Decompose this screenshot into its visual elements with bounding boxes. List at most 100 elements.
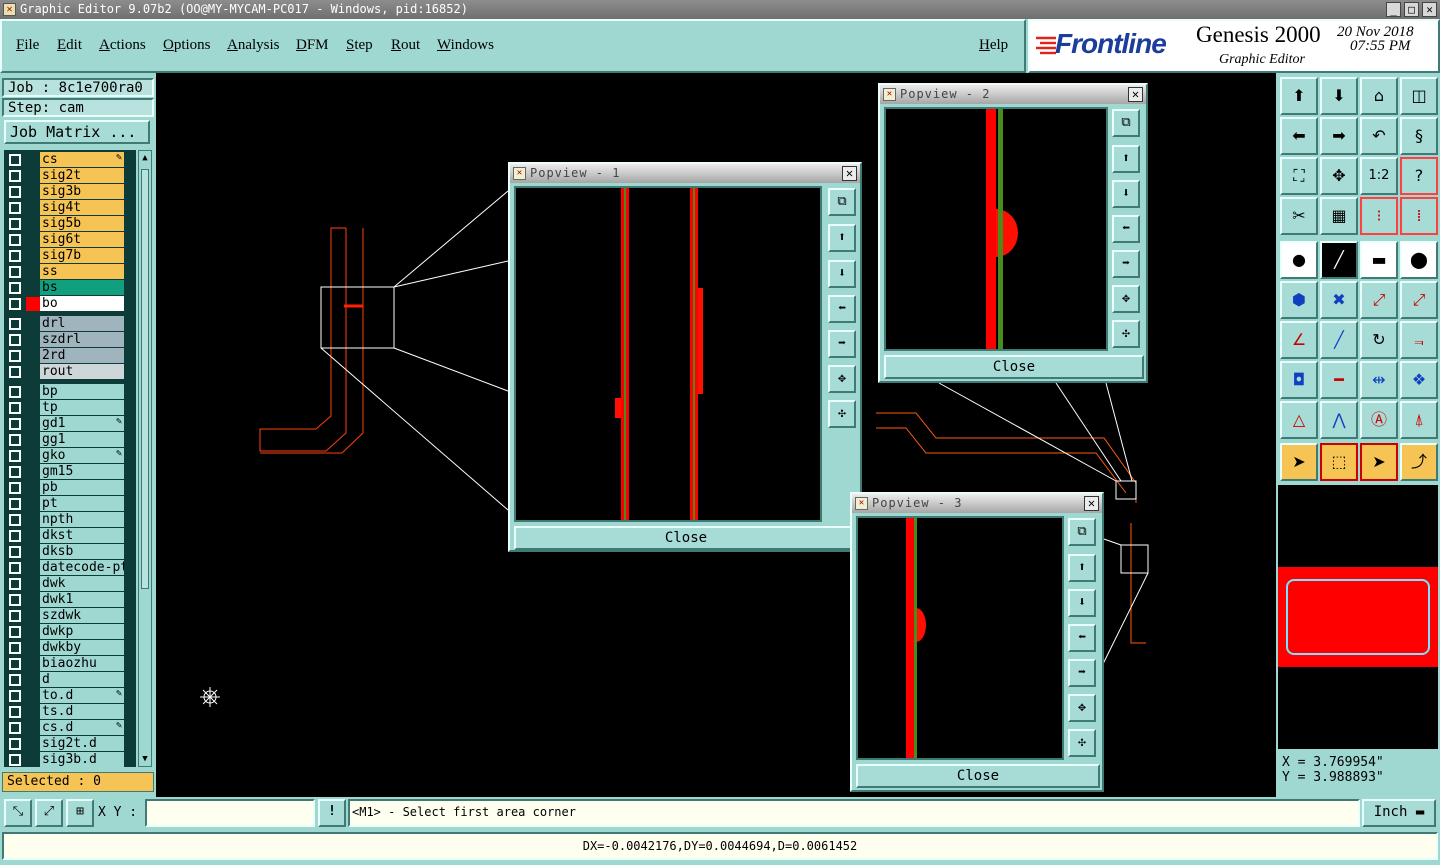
layer-checkbox[interactable] bbox=[9, 546, 21, 558]
layer-color-swatch[interactable] bbox=[26, 433, 40, 447]
popview-1-close-x[interactable]: ✕ bbox=[842, 166, 857, 181]
layer-checkbox[interactable] bbox=[9, 530, 21, 542]
layer-checkbox[interactable] bbox=[9, 154, 21, 166]
layer-row[interactable]: biaozhu bbox=[4, 656, 136, 672]
step-up-icon[interactable]: ⬆ bbox=[1280, 77, 1318, 115]
circle-select-icon[interactable]: ⬤ bbox=[1400, 241, 1438, 279]
ruler-icon[interactable]: ▬ bbox=[1360, 241, 1398, 279]
layer-checkbox[interactable] bbox=[9, 578, 21, 590]
layer-checkbox[interactable] bbox=[9, 642, 21, 654]
undo-view-icon[interactable]: ↶ bbox=[1360, 117, 1398, 155]
popview-2-pan-left-button[interactable]: ⬅ bbox=[1112, 215, 1140, 243]
layer-name[interactable]: szdwk bbox=[40, 608, 124, 623]
layer-row[interactable]: tp bbox=[4, 400, 136, 416]
layer-name[interactable]: pb bbox=[40, 480, 124, 495]
layer-color-swatch[interactable] bbox=[26, 185, 40, 199]
layer-name[interactable]: dksb bbox=[40, 544, 124, 559]
layer-row[interactable]: 2rd bbox=[4, 348, 136, 364]
layer-checkbox[interactable] bbox=[9, 466, 21, 478]
layer-row[interactable]: sig2t.d bbox=[4, 736, 136, 752]
job-matrix-button[interactable]: Job Matrix ... bbox=[4, 120, 150, 144]
popview-1-pan-left-button[interactable]: ⬅ bbox=[828, 295, 856, 323]
layer-name[interactable]: to.d bbox=[40, 688, 124, 703]
menu-step[interactable]: Step bbox=[346, 37, 373, 54]
popview-2-view[interactable] bbox=[884, 107, 1108, 351]
arch-icon[interactable]: ⋀ bbox=[1320, 401, 1358, 439]
layer-color-swatch[interactable] bbox=[26, 169, 40, 183]
layer-color-swatch[interactable] bbox=[26, 153, 40, 167]
layer-color-swatch[interactable] bbox=[26, 297, 40, 311]
popview-3-close-x[interactable]: ✕ bbox=[1084, 496, 1099, 511]
layer-row[interactable]: pb bbox=[4, 480, 136, 496]
layer-color-swatch[interactable] bbox=[26, 217, 40, 231]
pointer-select-icon[interactable]: ➤ bbox=[1360, 443, 1398, 481]
layer-name[interactable]: dwkp bbox=[40, 624, 124, 639]
layer-row[interactable]: szdwk bbox=[4, 608, 136, 624]
layer-checkbox[interactable] bbox=[9, 350, 21, 362]
popview-1-view[interactable] bbox=[514, 186, 822, 522]
layer-row[interactable]: sig2t bbox=[4, 168, 136, 184]
layer-color-swatch[interactable] bbox=[26, 385, 40, 399]
layer-row[interactable]: sig6t bbox=[4, 232, 136, 248]
popview-2-close-x[interactable]: ✕ bbox=[1128, 87, 1143, 102]
layer-checkbox[interactable] bbox=[9, 722, 21, 734]
layer-row[interactable]: to.d ✎ bbox=[4, 688, 136, 704]
popview-2-close-button[interactable]: Close bbox=[884, 355, 1144, 379]
layer-checkbox[interactable] bbox=[9, 266, 21, 278]
layer-name[interactable]: gm15 bbox=[40, 464, 124, 479]
layer-checkbox[interactable] bbox=[9, 318, 21, 330]
popview-2-pan-down-button[interactable]: ⬇ bbox=[1112, 180, 1140, 208]
layer-name[interactable]: sig5b bbox=[40, 216, 124, 231]
layer-name[interactable]: npth bbox=[40, 512, 124, 527]
step-left-icon[interactable]: ⬅ bbox=[1280, 117, 1318, 155]
layer-checkbox[interactable] bbox=[9, 434, 21, 446]
layer-row[interactable]: sig3b.d bbox=[4, 752, 136, 767]
layer-color-swatch[interactable] bbox=[26, 497, 40, 511]
line-draw-icon[interactable]: ╱ bbox=[1320, 321, 1358, 359]
layer-checkbox[interactable] bbox=[9, 334, 21, 346]
layer-color-swatch[interactable] bbox=[26, 753, 40, 767]
layer-name[interactable]: dwk bbox=[40, 576, 124, 591]
step-right-icon[interactable]: ➡ bbox=[1320, 117, 1358, 155]
layer-checkbox[interactable] bbox=[9, 482, 21, 494]
connection-icon[interactable]: ⁝ bbox=[1360, 197, 1398, 235]
angle-icon[interactable]: ∠ bbox=[1280, 321, 1318, 359]
layer-row[interactable]: sig4t bbox=[4, 200, 136, 216]
layer-color-swatch[interactable] bbox=[26, 721, 40, 735]
zoom-tool-icon[interactable]: ⤡ bbox=[4, 799, 32, 827]
layer-checkbox[interactable] bbox=[9, 218, 21, 230]
layer-checkbox[interactable] bbox=[9, 366, 21, 378]
layer-name[interactable]: ss bbox=[40, 264, 124, 279]
menu-windows[interactable]: Windows bbox=[437, 37, 494, 54]
layer-name[interactable]: gko bbox=[40, 448, 124, 463]
layer-row[interactable]: dwk bbox=[4, 576, 136, 592]
menu-rout[interactable]: Rout bbox=[391, 37, 420, 54]
layer-row[interactable]: dwk1 bbox=[4, 592, 136, 608]
layer-row[interactable]: sig5b bbox=[4, 216, 136, 232]
layer-color-swatch[interactable] bbox=[26, 449, 40, 463]
menu-analysis[interactable]: Analysis bbox=[227, 37, 280, 54]
layer-name[interactable]: sig3b.d bbox=[40, 752, 124, 767]
popview-2-zoom-in-button[interactable]: ✥ bbox=[1112, 285, 1140, 313]
popview-3-pan-up-button[interactable]: ⬆ bbox=[1068, 554, 1096, 582]
layer-row[interactable]: drl bbox=[4, 316, 136, 332]
layer-row[interactable]: dwkby bbox=[4, 640, 136, 656]
layer-color-swatch[interactable] bbox=[26, 481, 40, 495]
group-icon[interactable]: ❖ bbox=[1400, 361, 1438, 399]
layer-color-swatch[interactable] bbox=[26, 737, 40, 751]
popview-1-zoom-in-button[interactable]: ✥ bbox=[828, 365, 856, 393]
rotate-icon[interactable]: ↻ bbox=[1360, 321, 1398, 359]
layer-name[interactable]: sig6t bbox=[40, 232, 124, 247]
layer-checkbox[interactable] bbox=[9, 706, 21, 718]
layer-row[interactable]: cs.d ✎ bbox=[4, 720, 136, 736]
layer-name[interactable]: dwk1 bbox=[40, 592, 124, 607]
layer-checkbox[interactable] bbox=[9, 514, 21, 526]
layer-name[interactable]: tp bbox=[40, 400, 124, 415]
menu-actions[interactable]: Actions bbox=[99, 37, 146, 54]
overview-map[interactable] bbox=[1278, 485, 1438, 749]
layer-color-swatch[interactable] bbox=[26, 365, 40, 379]
popview-3-pan-down-button[interactable]: ⬇ bbox=[1068, 589, 1096, 617]
layer-color-swatch[interactable] bbox=[26, 609, 40, 623]
popview-3-close-button[interactable]: Close bbox=[856, 764, 1100, 788]
popview-3-view[interactable] bbox=[856, 516, 1064, 760]
